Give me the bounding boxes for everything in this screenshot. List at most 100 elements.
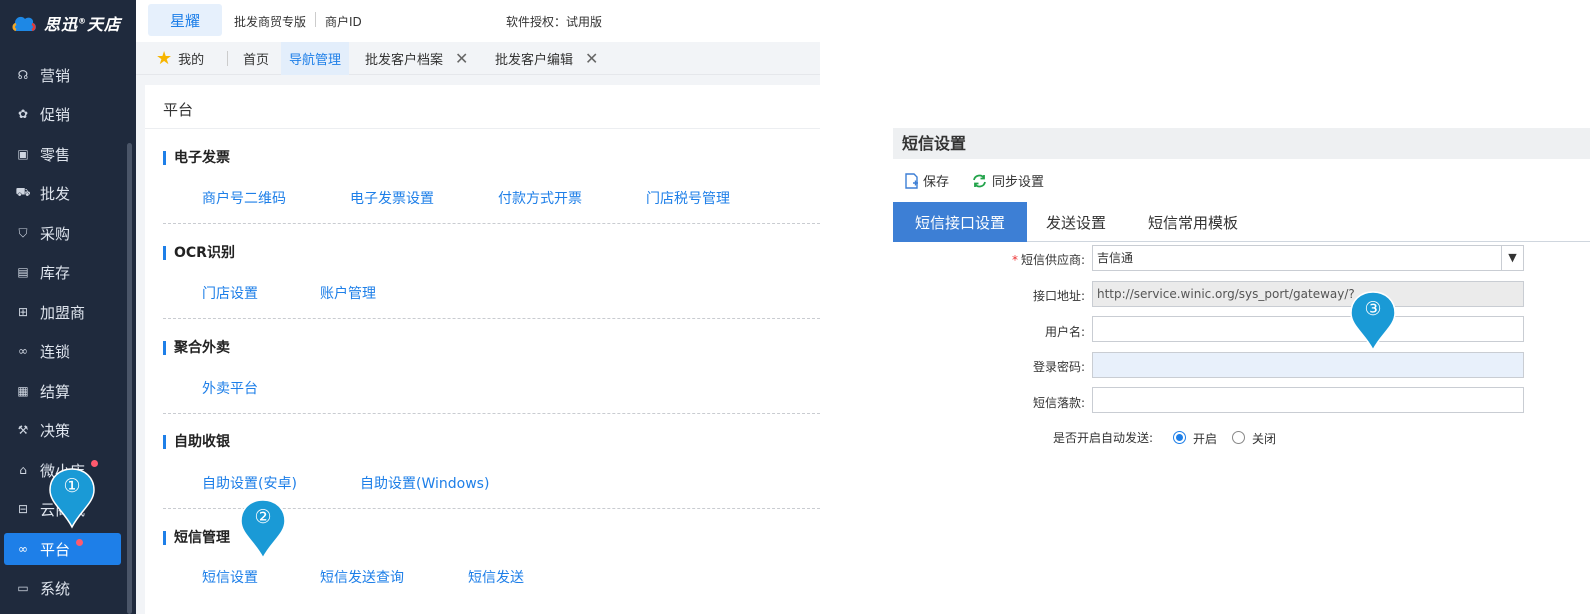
sms-tab-bar: 短信接口设置 发送设置 短信常用模板 <box>893 202 1590 242</box>
tab-mine[interactable]: ★ 我的 <box>148 42 212 75</box>
radio-on-label: 开启 <box>1193 432 1218 446</box>
sidebar-item-label: 系统 <box>40 579 71 598</box>
sidebar-item-label: 库存 <box>40 263 71 282</box>
link-payment-invoice[interactable]: 付款方式开票 <box>498 188 582 208</box>
url-label: 接口地址: <box>1032 289 1085 303</box>
sidebar-item-decision[interactable]: ⚒ 决策 <box>0 414 128 446</box>
truck-icon: ⛟ <box>15 185 31 199</box>
sidebar-item-purchase[interactable]: ⛉ 采购 <box>0 217 128 249</box>
radio-off-label: 关闭 <box>1252 432 1277 446</box>
save-button[interactable]: 保存 <box>904 171 949 190</box>
close-icon[interactable]: ✕ <box>455 49 468 68</box>
sidebar-item-promotion[interactable]: ✿ 促销 <box>0 98 128 130</box>
divider <box>315 12 316 27</box>
signature-label: 短信落款: <box>1032 396 1085 410</box>
tab-label: 批发客户档案 <box>365 53 444 68</box>
sidebar-item-franchise[interactable]: ⊞ 加盟商 <box>0 296 128 328</box>
auto-send-label: 是否开启自动发送: <box>1052 431 1153 445</box>
link-sms-query[interactable]: 短信发送查询 <box>320 567 404 587</box>
sidebar-item-label: 批发 <box>40 184 71 203</box>
divider <box>163 413 820 414</box>
sidebar-item-marketing[interactable]: ☊ 营销 <box>0 59 128 91</box>
monitor-icon: ▭ <box>17 581 29 595</box>
tab-customer-archive[interactable]: 批发客户档案 ✕ <box>357 42 476 75</box>
brand-tab[interactable]: 星耀 <box>148 4 222 36</box>
sidebar-item-wholesale[interactable]: ⛟ 批发 <box>0 177 128 209</box>
sidebar-item-platform[interactable]: ∞ 平台 <box>4 533 121 565</box>
sync-label: 同步设置 <box>992 175 1045 190</box>
store-icon: ⊟ <box>17 502 29 516</box>
sidebar-item-chain[interactable]: ∞ 连锁 <box>0 335 128 367</box>
sms-settings-panel: 短信设置 保存 同步设置 短信接口设置 发送设置 短信常用模板 * 短信供应商: … <box>893 128 1590 458</box>
radio-on[interactable] <box>1173 431 1186 444</box>
divider <box>163 223 820 224</box>
logo[interactable]: 思迅®天店 <box>10 9 121 37</box>
tab-sms-templates[interactable]: 短信常用模板 <box>1148 202 1238 242</box>
provider-label: * 短信供应商: <box>1011 253 1085 267</box>
section-delivery: 聚合外卖 <box>163 341 230 355</box>
step-marker-2: ② <box>239 498 287 560</box>
logo-text: 思迅®天店 <box>44 15 122 34</box>
signature-field[interactable] <box>1092 387 1524 413</box>
tab-customer-edit[interactable]: 批发客户编辑 ✕ <box>487 42 606 75</box>
password-field[interactable] <box>1092 352 1524 378</box>
step-marker-1: ① <box>48 467 96 529</box>
marker-number: ③ <box>1364 298 1382 320</box>
cloud-logo-icon <box>12 16 36 32</box>
marker-number: ① <box>63 475 81 497</box>
tab-label: 批发客户编辑 <box>495 53 574 68</box>
sms-settings-title: 短信设置 <box>893 128 1590 159</box>
sidebar-item-label: 零售 <box>40 145 71 164</box>
provider-select[interactable]: 吉信通 ▼ <box>1092 245 1524 271</box>
sync-icon <box>973 174 986 187</box>
marker-number: ② <box>254 506 272 528</box>
sidebar-item-label: 平台 <box>40 540 71 559</box>
link-delivery-platform[interactable]: 外卖平台 <box>202 378 258 398</box>
sidebar-scrollbar[interactable] <box>127 143 132 614</box>
megaphone-icon: ☊ <box>17 68 29 82</box>
sidebar-item-inventory[interactable]: ▤ 库存 <box>0 256 128 288</box>
cart-icon: ⛉ <box>18 225 28 240</box>
sidebar-item-label: 促销 <box>40 105 71 124</box>
sidebar-item-label: 营销 <box>40 66 71 85</box>
radio-off[interactable] <box>1232 431 1245 444</box>
sidebar-item-retail[interactable]: ▣ 零售 <box>0 138 128 170</box>
sync-settings-button[interactable]: 同步设置 <box>971 171 1044 190</box>
link-store-tax-number[interactable]: 门店税号管理 <box>646 188 730 208</box>
save-label: 保存 <box>923 175 950 190</box>
link-e-invoice-settings[interactable]: 电子发票设置 <box>350 188 434 208</box>
gavel-icon: ⚒ <box>17 423 29 437</box>
tab-bar: ★ 我的 首页 导航管理 批发客户档案 ✕ 批发客户编辑 ✕ <box>136 42 820 75</box>
sidebar-item-label: 采购 <box>40 224 71 243</box>
tab-sms-interface[interactable]: 短信接口设置 <box>893 202 1027 242</box>
chevron-down-icon[interactable]: ▼ <box>1501 246 1523 270</box>
sidebar-item-label: 决策 <box>40 421 71 440</box>
gift-icon: ✿ <box>17 107 29 121</box>
sidebar-item-system[interactable]: ▭ 系统 <box>0 572 128 604</box>
link-self-checkout-windows[interactable]: 自助设置(Windows) <box>360 473 489 493</box>
link-sms-send[interactable]: 短信发送 <box>468 567 524 587</box>
merchant-id-label: 商户ID <box>325 15 362 29</box>
save-icon <box>905 172 918 189</box>
sidebar-item-label: 连锁 <box>40 342 71 361</box>
sidebar-item-label: 加盟商 <box>40 303 86 322</box>
sidebar-item-settlement[interactable]: ▦ 结算 <box>0 375 128 407</box>
tab-send-settings[interactable]: 发送设置 <box>1046 202 1106 242</box>
close-icon[interactable]: ✕ <box>585 49 598 68</box>
link-sms-settings[interactable]: 短信设置 <box>202 567 258 587</box>
notification-dot <box>91 459 99 467</box>
link-account-management[interactable]: 账户管理 <box>320 283 376 303</box>
shop-icon: ⌂ <box>19 463 27 477</box>
tab-home[interactable]: 首页 <box>235 42 277 75</box>
tab-nav-management[interactable]: 导航管理 <box>281 42 350 75</box>
link-self-checkout-android[interactable]: 自助设置(安卓) <box>202 473 297 493</box>
required-mark: * <box>1011 253 1018 267</box>
divider <box>145 128 820 129</box>
section-sms: 短信管理 <box>163 531 230 545</box>
bag-icon: ▣ <box>17 147 29 161</box>
link-icon: ∞ <box>18 344 28 358</box>
username-field[interactable] <box>1092 316 1524 342</box>
star-icon: ★ <box>156 48 173 69</box>
link-store-settings[interactable]: 门店设置 <box>202 283 258 303</box>
link-merchant-qrcode[interactable]: 商户号二维码 <box>202 188 286 208</box>
